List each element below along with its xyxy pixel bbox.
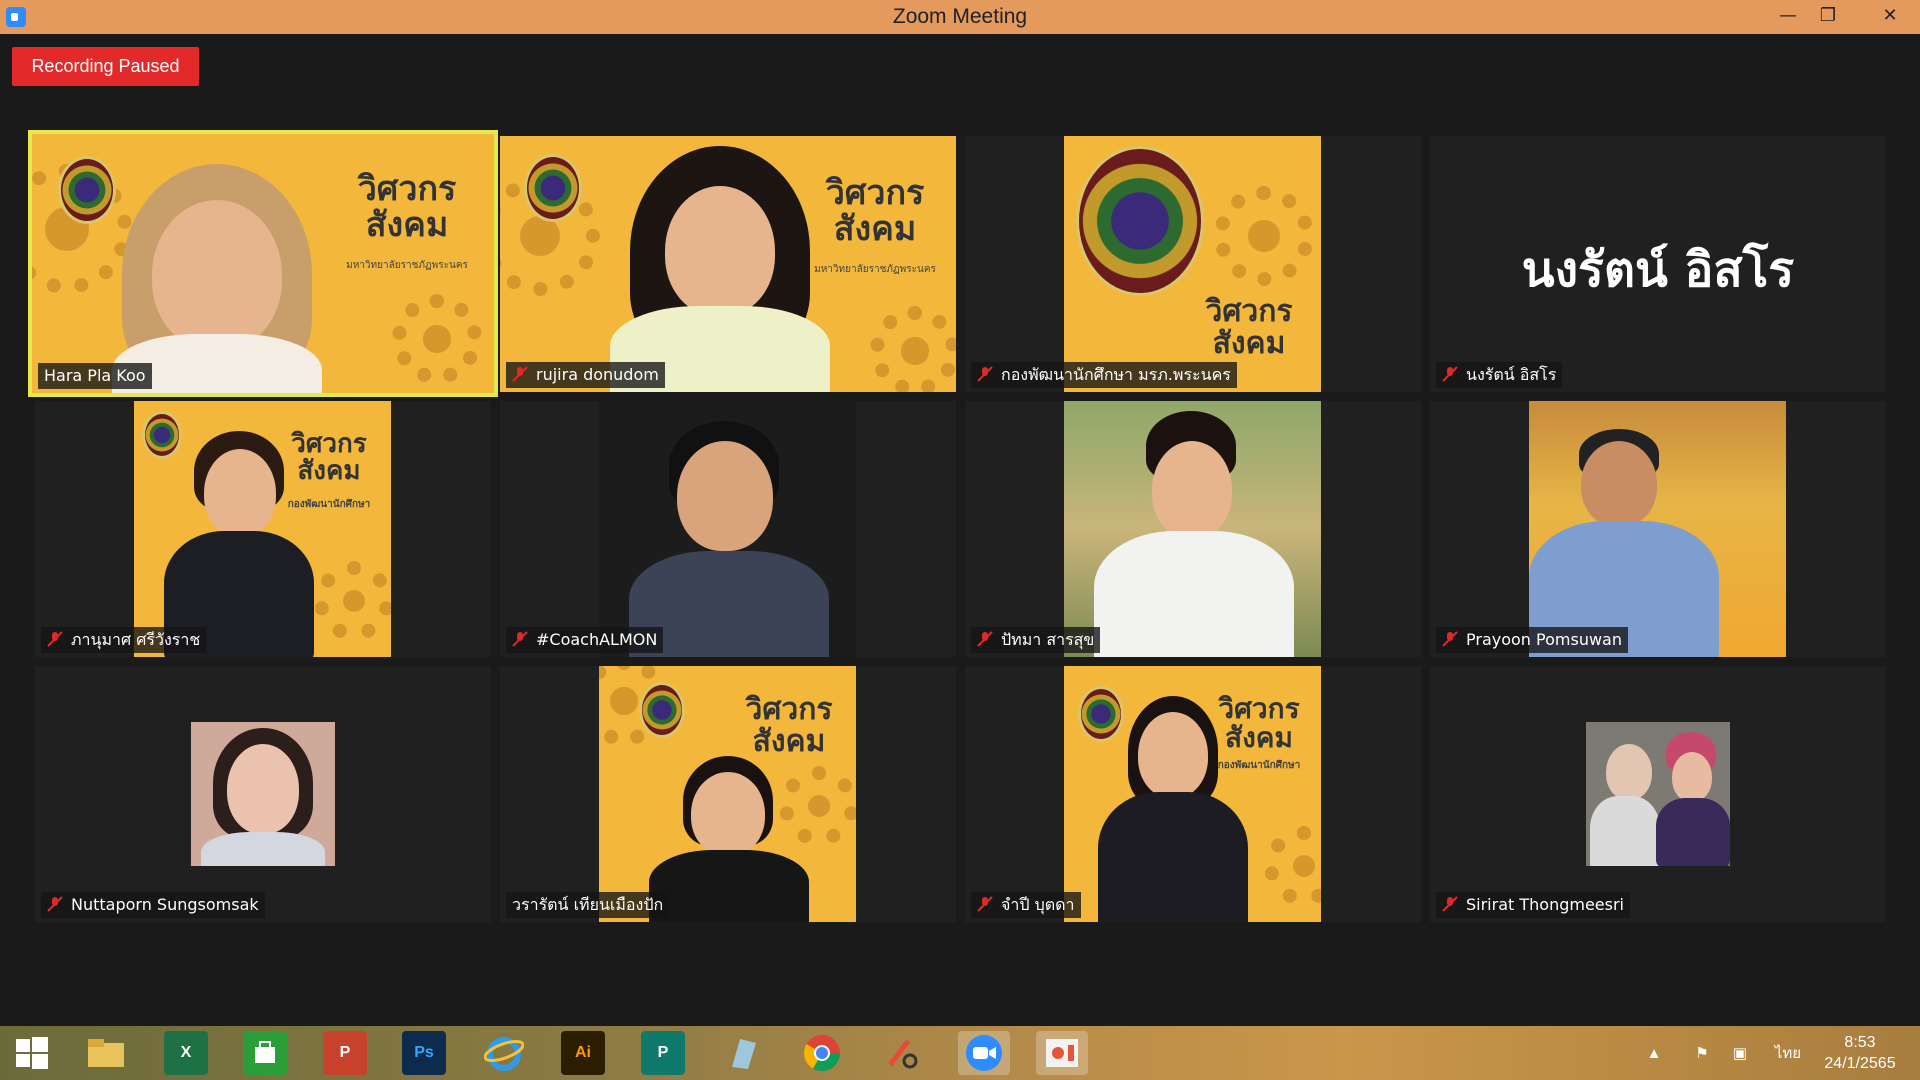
participant-name-label: ภานุมาศ ศรีวังราช bbox=[41, 627, 207, 653]
virtual-background: วิศวกร สังคม กองพัฒนานักศึกษา bbox=[134, 401, 391, 657]
logo-title: วิศวกร bbox=[357, 169, 457, 209]
participant-name-label: จำปี บุตดา bbox=[971, 892, 1081, 918]
window-title: Zoom Meeting bbox=[892, 5, 1028, 28]
participant-tile[interactable]: วิศวกร สังคม กองพัฒนานักศึกษา ภานุมาศ ศรี… bbox=[35, 401, 491, 657]
snipping-icon[interactable] bbox=[880, 1031, 924, 1075]
language-indicator[interactable]: ไทย bbox=[1768, 1026, 1808, 1080]
muted-mic-icon bbox=[47, 629, 63, 647]
publisher-icon[interactable]: P bbox=[641, 1031, 685, 1075]
participant-tile[interactable]: #CoachALMON bbox=[500, 401, 956, 657]
internet-explorer-icon[interactable] bbox=[482, 1031, 526, 1075]
maximize-button[interactable]: ❐ bbox=[1805, 0, 1851, 34]
participant-name-label: ปัทมา สารสุข bbox=[971, 627, 1101, 653]
logo-subtitle: สังคม bbox=[752, 723, 826, 759]
muted-mic-icon bbox=[1442, 894, 1458, 912]
muted-mic-icon bbox=[977, 894, 993, 912]
virtual-background: วิศวกร สังคม มหาวิทยาลัยราชภัฏพระนคร bbox=[500, 136, 956, 392]
logo-caption: มหาวิทยาลัยราชภัฏพระนคร bbox=[346, 260, 468, 271]
window-titlebar: Zoom Meeting — ❐ ✕ bbox=[0, 0, 1920, 34]
university-seal-icon bbox=[1078, 686, 1124, 742]
logo-caption: มหาวิทยาลัยราชภัฏพระนคร bbox=[814, 264, 936, 275]
university-seal-icon bbox=[58, 156, 116, 224]
participant-name-label: #CoachALMON bbox=[506, 627, 664, 653]
participant-avatar bbox=[1586, 722, 1730, 866]
taskbar: X P Ps Ai P ▲ ⚑ ▣ ไทย 8:53 24/1/2565 bbox=[0, 1026, 1920, 1080]
network-icon[interactable]: ▣ bbox=[1726, 1026, 1754, 1080]
system-clock[interactable]: 8:53 24/1/2565 bbox=[1810, 1032, 1910, 1074]
logo-title: วิศวกร bbox=[745, 692, 833, 727]
participant-video bbox=[1064, 401, 1321, 657]
powerpoint-icon[interactable]: P bbox=[323, 1031, 367, 1075]
clock-date: 24/1/2565 bbox=[1824, 1055, 1896, 1072]
slides-icon[interactable] bbox=[1036, 1031, 1088, 1075]
store-icon[interactable] bbox=[243, 1031, 287, 1075]
university-seal-icon bbox=[1076, 146, 1204, 296]
virtual-background: วิศวกร สังคม กองพัฒนานักศึกษา bbox=[1064, 666, 1321, 922]
muted-mic-icon bbox=[1442, 364, 1458, 382]
close-button[interactable]: ✕ bbox=[1860, 0, 1920, 34]
participant-tile[interactable]: Nuttaporn Sungsomsak bbox=[35, 666, 491, 922]
excel-icon[interactable]: X bbox=[164, 1031, 208, 1075]
logo-title: วิศวกร bbox=[291, 429, 367, 459]
participant-tile[interactable]: Sirirat Thongmeesri bbox=[1430, 666, 1886, 922]
logo-caption: กองพัฒนานักศึกษา bbox=[1217, 760, 1301, 771]
participant-video bbox=[599, 401, 856, 657]
app-icon[interactable] bbox=[720, 1031, 764, 1075]
muted-mic-icon bbox=[512, 364, 528, 382]
photoshop-icon[interactable]: Ps bbox=[402, 1031, 446, 1075]
muted-mic-icon bbox=[47, 894, 63, 912]
zoom-icon[interactable] bbox=[958, 1031, 1010, 1075]
university-seal-icon bbox=[639, 682, 685, 738]
participant-name-label: Hara Pla Koo bbox=[38, 363, 152, 389]
participant-name-label: กองพัฒนานักศึกษา มรภ.พระนคร bbox=[971, 362, 1237, 388]
participant-tile[interactable]: วิศวกร สังคม กองพัฒนานักศึกษา มรภ.พระนคร bbox=[965, 136, 1421, 392]
participant-tile[interactable]: นงรัตน์ อิสโร นงรัตน์ อิสโร bbox=[1430, 136, 1886, 392]
participant-name-label: Sirirat Thongmeesri bbox=[1436, 892, 1630, 918]
participant-name-label: Nuttaporn Sungsomsak bbox=[41, 892, 265, 918]
logo-subtitle: สังคม bbox=[1212, 325, 1286, 361]
chrome-icon[interactable] bbox=[800, 1031, 844, 1075]
virtual-background: วิศวกร สังคม bbox=[599, 666, 856, 922]
logo-title: วิศวกร bbox=[1218, 692, 1300, 725]
participant-avatar bbox=[191, 722, 335, 866]
participant-name-label: Prayoon Pomsuwan bbox=[1436, 627, 1628, 653]
participant-tile[interactable]: วิศวกร สังคม วรารัตน์ เทียนเมืองปัก bbox=[500, 666, 956, 922]
meeting-gallery: Recording Paused วิศวกร สังคม มหาวิทยาลัย… bbox=[0, 34, 1920, 1026]
participant-video bbox=[1529, 401, 1786, 657]
participant-name-label: rujira donudom bbox=[506, 362, 665, 388]
muted-mic-icon bbox=[512, 629, 528, 647]
participant-display-name: นงรัตน์ อิสโร bbox=[1521, 242, 1795, 298]
university-seal-icon bbox=[524, 154, 582, 222]
logo-subtitle: สังคม bbox=[833, 208, 917, 249]
muted-mic-icon bbox=[977, 364, 993, 382]
virtual-background: วิศวกร สังคม มหาวิทยาลัยราชภัฏพระนคร bbox=[32, 134, 494, 393]
participant-name-label: วรารัตน์ เทียนเมืองปัก bbox=[506, 892, 670, 918]
start-icon[interactable] bbox=[10, 1031, 54, 1075]
logo-subtitle: สังคม bbox=[1225, 721, 1293, 755]
logo-subtitle: สังคม bbox=[365, 204, 449, 245]
participant-tile[interactable]: ปัทมา สารสุข bbox=[965, 401, 1421, 657]
logo-caption: กองพัฒนานักศึกษา bbox=[287, 499, 371, 510]
recording-paused-badge[interactable]: Recording Paused bbox=[12, 47, 199, 86]
logo-title: วิศวกร bbox=[825, 173, 925, 213]
participant-tile[interactable]: วิศวกร สังคม มหาวิทยาลัยราชภัฏพระนคร Hara… bbox=[28, 130, 498, 397]
file-explorer-icon[interactable] bbox=[84, 1031, 128, 1075]
flag-icon[interactable]: ⚑ bbox=[1688, 1026, 1716, 1080]
virtual-background: วิศวกร สังคม bbox=[1064, 136, 1321, 392]
muted-mic-icon bbox=[1442, 629, 1458, 647]
university-seal-icon bbox=[142, 411, 182, 459]
illustrator-icon[interactable]: Ai bbox=[561, 1031, 605, 1075]
participant-tile[interactable]: Prayoon Pomsuwan bbox=[1430, 401, 1886, 657]
logo-title: วิศวกร bbox=[1205, 294, 1293, 329]
clock-time: 8:53 bbox=[1844, 1034, 1876, 1051]
participant-name-label: นงรัตน์ อิสโร bbox=[1436, 362, 1563, 388]
participant-tile[interactable]: วิศวกร สังคม กองพัฒนานักศึกษา จำปี บุตดา bbox=[965, 666, 1421, 922]
logo-subtitle: สังคม bbox=[297, 456, 361, 487]
muted-mic-icon bbox=[977, 629, 993, 647]
participant-tile[interactable]: วิศวกร สังคม มหาวิทยาลัยราชภัฏพระนคร ruji… bbox=[500, 136, 956, 392]
chevron-up-icon[interactable]: ▲ bbox=[1640, 1026, 1668, 1080]
